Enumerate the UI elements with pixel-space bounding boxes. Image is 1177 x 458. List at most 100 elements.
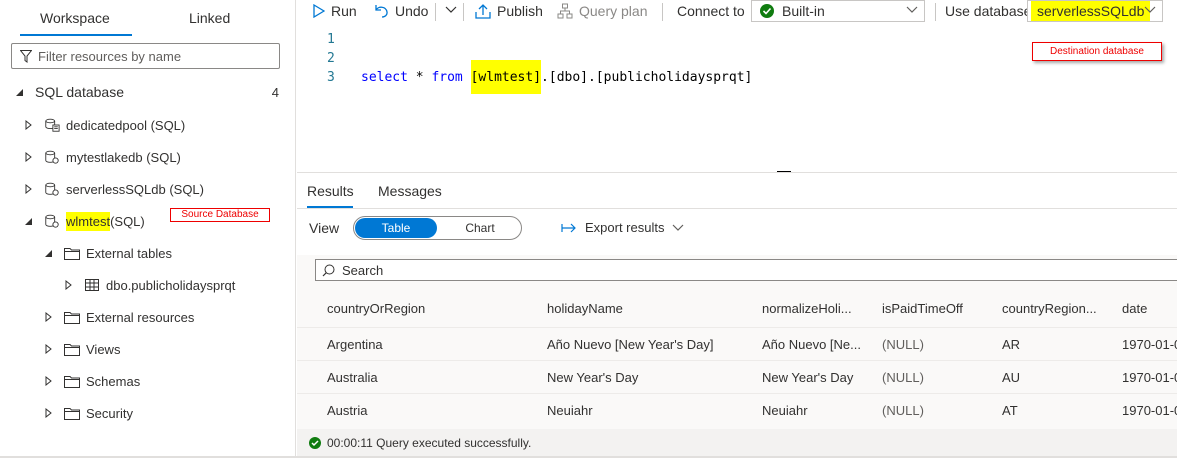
tree-item-schemas[interactable]: Schemas bbox=[45, 369, 140, 393]
run-button[interactable]: Run bbox=[313, 3, 357, 19]
table-row[interactable]: Austria Neuiahr Neuiahr (NULL) AT 1970-0… bbox=[297, 393, 1177, 426]
table-cell: Australia bbox=[327, 370, 378, 385]
status-message: 00:00:11 Query executed successfully. bbox=[327, 435, 532, 450]
tree-item-label: Security bbox=[86, 405, 133, 421]
view-label: View bbox=[309, 220, 340, 236]
chevron-down-icon bbox=[673, 224, 684, 231]
view-toggle[interactable]: Table Chart bbox=[353, 216, 522, 240]
connect-to-select[interactable]: Built-in bbox=[751, 0, 925, 22]
dedicated-pool-icon bbox=[44, 117, 60, 133]
tree-item-security[interactable]: Security bbox=[45, 401, 133, 425]
tree-item-label: Views bbox=[86, 341, 121, 357]
sql-editor[interactable]: 1 2 3 select * from [wlmtest].[dbo].[pub… bbox=[297, 27, 1177, 172]
table-cell: Año Nuevo [New Year's Day] bbox=[547, 337, 714, 352]
tree-item-label: serverlessSQLdb (SQL) bbox=[66, 181, 204, 197]
column-header[interactable]: isPaidTimeOff bbox=[882, 301, 992, 316]
caret-down-icon[interactable] bbox=[16, 88, 23, 96]
toolbar-divider bbox=[662, 3, 663, 21]
query-plan-icon bbox=[557, 3, 573, 19]
results-search-input[interactable] bbox=[342, 262, 642, 278]
table-cell: Neuiahr bbox=[547, 403, 593, 418]
tab-messages[interactable]: Messages bbox=[378, 183, 442, 199]
tab-linked[interactable]: Linked bbox=[189, 10, 230, 26]
filter-input[interactable] bbox=[38, 47, 274, 65]
section-count: 4 bbox=[271, 85, 279, 100]
table-cell: Austria bbox=[327, 403, 368, 418]
search-icon bbox=[322, 264, 335, 277]
connect-to-value: Built-in bbox=[782, 3, 825, 19]
table-cell: Argentina bbox=[327, 337, 383, 352]
column-header[interactable]: countryOrRegion bbox=[327, 301, 537, 316]
tree-item-external-tables[interactable]: External tables bbox=[45, 241, 172, 265]
table-cell: (NULL) bbox=[882, 403, 924, 418]
line-number: 1 bbox=[327, 32, 335, 47]
chevron-down-icon bbox=[445, 6, 457, 13]
undo-button[interactable]: Undo bbox=[373, 3, 428, 19]
caret-right-icon[interactable] bbox=[45, 408, 52, 418]
tree-item-publicholidays-table[interactable]: dbo.publicholidaysprqt bbox=[65, 273, 235, 297]
tab-results[interactable]: Results bbox=[307, 183, 354, 199]
column-header[interactable]: countryRegion... bbox=[1002, 301, 1112, 316]
tree-section-sql-database[interactable]: SQL database bbox=[16, 80, 124, 104]
column-header[interactable]: holidayName bbox=[547, 301, 752, 316]
run-label: Run bbox=[331, 3, 357, 19]
keyword-select: select bbox=[361, 70, 408, 85]
query-plan-label: Query plan bbox=[579, 3, 648, 19]
results-search-box[interactable] bbox=[315, 259, 1177, 281]
folder-icon bbox=[64, 245, 80, 261]
view-table-option[interactable]: Table bbox=[355, 218, 437, 238]
chevron-down-icon bbox=[1144, 6, 1156, 13]
explorer-tabs: Workspace Linked bbox=[0, 0, 296, 36]
undo-icon bbox=[375, 5, 388, 18]
table-row[interactable]: Australia New Year's Day New Year's Day … bbox=[297, 360, 1177, 393]
database-icon bbox=[44, 149, 60, 165]
caret-right-icon[interactable] bbox=[45, 376, 52, 386]
folder-icon bbox=[64, 373, 80, 389]
export-results-button[interactable]: Export results bbox=[561, 220, 692, 235]
results-pane: Results Messages View Table Chart Export… bbox=[297, 172, 1177, 458]
caret-right-icon[interactable] bbox=[45, 344, 52, 354]
tree-item-serverlesssqldb[interactable]: serverlessSQLdb (SQL) bbox=[25, 177, 204, 201]
caret-right-icon[interactable] bbox=[25, 120, 32, 130]
publish-label: Publish bbox=[497, 3, 543, 19]
tree-item-views[interactable]: Views bbox=[45, 337, 120, 361]
tree-item-label-highlighted: wlmtest bbox=[66, 211, 111, 231]
connect-to-label: Connect to bbox=[677, 3, 745, 19]
table-row[interactable]: Argentina Año Nuevo [New Year's Day] Año… bbox=[297, 327, 1177, 360]
table-cell: AR bbox=[1002, 337, 1021, 352]
caret-right-icon[interactable] bbox=[65, 280, 72, 290]
undo-dropdown[interactable] bbox=[445, 6, 463, 14]
column-header[interactable]: date bbox=[1122, 301, 1177, 316]
check-circle-icon bbox=[309, 436, 321, 449]
caret-right-icon[interactable] bbox=[25, 184, 32, 194]
tree-item-wlmtest[interactable]: wlmtest (SQL) bbox=[25, 209, 145, 233]
filter-box[interactable] bbox=[11, 43, 280, 69]
database-icon bbox=[44, 181, 60, 197]
chevron-down-icon bbox=[906, 6, 918, 13]
folder-icon bbox=[64, 341, 80, 357]
export-icon bbox=[561, 223, 576, 232]
use-database-select[interactable]: serverlessSQLdb bbox=[1027, 0, 1163, 22]
tree-item-label: dbo.publicholidaysprqt bbox=[106, 277, 236, 293]
tab-workspace[interactable]: Workspace bbox=[40, 10, 110, 26]
caret-right-icon[interactable] bbox=[45, 312, 52, 322]
tree-item-mytestlakedb[interactable]: mytestlakedb (SQL) bbox=[25, 145, 181, 169]
active-tab-indicator bbox=[20, 34, 132, 36]
table-cell: AU bbox=[1002, 370, 1021, 385]
destination-database-annotation: Destination database bbox=[1032, 42, 1162, 61]
table-cell: (NULL) bbox=[882, 337, 924, 352]
tree-item-label: External resources bbox=[86, 309, 195, 325]
database-icon bbox=[44, 213, 60, 229]
view-chart-option[interactable]: Chart bbox=[440, 218, 520, 238]
tree-item-dedicatedpool[interactable]: dedicatedpool (SQL) bbox=[25, 113, 185, 137]
caret-down-icon[interactable] bbox=[25, 217, 32, 225]
query-plan-button[interactable]: Query plan bbox=[557, 3, 647, 19]
column-header[interactable]: normalizeHoli... bbox=[762, 301, 872, 316]
publish-button[interactable]: Publish bbox=[475, 3, 543, 19]
code-line[interactable]: select * from [wlmtest].[dbo].[publichol… bbox=[361, 60, 752, 94]
caret-down-icon[interactable] bbox=[45, 249, 52, 257]
tree-item-external-resources[interactable]: External resources bbox=[45, 305, 194, 329]
caret-right-icon[interactable] bbox=[25, 152, 32, 162]
keyword-from: from bbox=[431, 70, 463, 85]
